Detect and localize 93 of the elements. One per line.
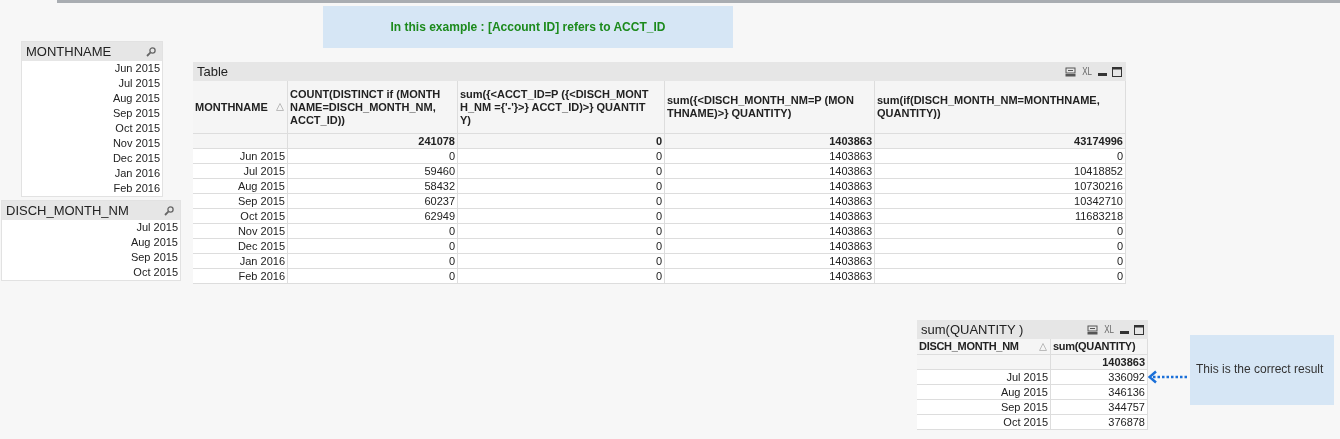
table-cell: 0 bbox=[458, 224, 665, 239]
listbox-title: MONTHNAME bbox=[26, 44, 112, 59]
table-cell: 62949 bbox=[288, 209, 458, 224]
table-cell: Oct 2015 bbox=[917, 415, 1051, 430]
list-item[interactable]: Nov 2015 bbox=[22, 136, 162, 151]
table-cell: 0 bbox=[458, 194, 665, 209]
table-cell: 0 bbox=[288, 239, 458, 254]
table-cell: 0 bbox=[288, 269, 458, 284]
table-cell: Jul 2015 bbox=[917, 370, 1051, 385]
table-cell: 344757 bbox=[1051, 400, 1148, 415]
list-item[interactable]: Jun 2015 bbox=[22, 61, 162, 76]
maximize-icon[interactable] bbox=[1134, 324, 1144, 335]
printer-icon[interactable] bbox=[1086, 324, 1098, 335]
table-cell: 0 bbox=[288, 149, 458, 164]
table-title: Table bbox=[197, 64, 229, 79]
table-cell: 0 bbox=[875, 254, 1126, 269]
table-cell: Sep 2015 bbox=[193, 194, 288, 209]
list-item[interactable]: Oct 2015 bbox=[22, 121, 162, 136]
table-cell: 0 bbox=[288, 224, 458, 239]
table-cell: 11683218 bbox=[875, 209, 1126, 224]
table-cell: 1403863 bbox=[665, 149, 875, 164]
table-cell: 1403863 bbox=[665, 194, 875, 209]
table-cell: 10730216 bbox=[875, 179, 1126, 194]
list-item[interactable]: Aug 2015 bbox=[2, 235, 180, 250]
total-value: 1403863 bbox=[828, 134, 872, 149]
list-item[interactable]: Jan 2016 bbox=[22, 166, 162, 181]
list-item[interactable]: Sep 2015 bbox=[2, 250, 180, 265]
table-cell: 1403863 bbox=[665, 164, 875, 179]
table-cell: Jul 2015 bbox=[193, 164, 288, 179]
table-cell: 1403863 bbox=[665, 254, 875, 269]
search-icon[interactable] bbox=[164, 205, 174, 216]
table-cell: 0 bbox=[288, 254, 458, 269]
table-cell: 1403863 bbox=[665, 239, 875, 254]
printer-icon[interactable] bbox=[1064, 66, 1076, 77]
table-cell: Nov 2015 bbox=[193, 224, 288, 239]
table-cell: 0 bbox=[458, 209, 665, 224]
table-cell: 1403863 bbox=[665, 269, 875, 284]
column-header[interactable]: sum({<DISCH_MONTH_NM=P (MONTHNAME)>} QUANTITY) bbox=[665, 81, 875, 134]
table-cell: 0 bbox=[875, 224, 1126, 239]
table-cell: Feb 2016 bbox=[193, 269, 288, 284]
table-cell: 59460 bbox=[288, 164, 458, 179]
table-cell: 60237 bbox=[288, 194, 458, 209]
listbox-title: DISCH_MONTH_NM bbox=[6, 203, 129, 218]
table-cell: 58432 bbox=[288, 179, 458, 194]
table-cell: 346136 bbox=[1051, 385, 1148, 400]
table-cell: 10342710 bbox=[875, 194, 1126, 209]
search-icon[interactable] bbox=[146, 46, 156, 57]
column-header[interactable]: sum(QUANTITY) bbox=[1051, 339, 1148, 355]
table-cell: 0 bbox=[458, 254, 665, 269]
column-header[interactable]: sum(if(DISCH_MONTH_NM=MONTHNAME, QUANTITY)) bbox=[875, 81, 1126, 134]
column-header[interactable]: sum({<ACCT_ID=P ({<DISCH_MONTH_NM ={'-'}>} ACCT_ID)>} QUANTITY) bbox=[458, 81, 665, 134]
note-text: This is the correct result bbox=[1195, 362, 1324, 376]
table-cell: 0 bbox=[875, 149, 1126, 164]
table-cell: Dec 2015 bbox=[193, 239, 288, 254]
total-value: 0 bbox=[654, 134, 662, 149]
table-cell: 0 bbox=[458, 239, 665, 254]
list-item[interactable]: Feb 2016 bbox=[22, 181, 162, 196]
list-item[interactable]: Sep 2015 bbox=[22, 106, 162, 121]
table-cell: Jan 2016 bbox=[193, 254, 288, 269]
table-cell: 376878 bbox=[1051, 415, 1148, 430]
maximize-icon[interactable] bbox=[1112, 66, 1122, 77]
table-title: sum(QUANTITY ) bbox=[921, 322, 1024, 337]
table-cell: 336092 bbox=[1051, 370, 1148, 385]
table-cell: 0 bbox=[458, 164, 665, 179]
total-value: 1403863 bbox=[1101, 355, 1145, 370]
table-cell: Sep 2015 bbox=[917, 400, 1051, 415]
table-cell: 0 bbox=[458, 179, 665, 194]
column-header[interactable]: COUNT(DISTINCT if (MONTHNAME=DISCH_MONTH_NM, ACCT_ID)) bbox=[288, 81, 458, 134]
excel-button[interactable]: XL bbox=[1104, 324, 1114, 335]
table-cell: 0 bbox=[875, 269, 1126, 284]
column-header[interactable]: DISCH_MONTH_NM bbox=[917, 339, 1051, 355]
table-cell: 1403863 bbox=[665, 224, 875, 239]
list-item[interactable]: Dec 2015 bbox=[22, 151, 162, 166]
table-cell: 0 bbox=[458, 149, 665, 164]
note-text: In this example : [Account ID] refers to ACCT_ID bbox=[390, 20, 666, 34]
table-cell: 0 bbox=[875, 239, 1126, 254]
table-cell: Aug 2015 bbox=[193, 179, 288, 194]
arrow bbox=[1148, 370, 1188, 384]
list-item[interactable]: Aug 2015 bbox=[22, 91, 162, 106]
total-value: 43174996 bbox=[1073, 134, 1123, 149]
table-cell: Jun 2015 bbox=[193, 149, 288, 164]
total-value: 241078 bbox=[417, 134, 455, 149]
table-cell: 1403863 bbox=[665, 209, 875, 224]
column-header[interactable]: MONTHNAME bbox=[193, 81, 288, 134]
excel-button[interactable]: XL bbox=[1082, 66, 1092, 77]
table-cell: 0 bbox=[458, 269, 665, 284]
table-cell: Aug 2015 bbox=[917, 385, 1051, 400]
list-item[interactable]: Oct 2015 bbox=[2, 265, 180, 280]
table-cell: Oct 2015 bbox=[193, 209, 288, 224]
table-cell: 1403863 bbox=[665, 179, 875, 194]
table-cell: 10418852 bbox=[875, 164, 1126, 179]
list-item[interactable]: Jul 2015 bbox=[22, 76, 162, 91]
list-item[interactable]: Jul 2015 bbox=[2, 220, 180, 235]
